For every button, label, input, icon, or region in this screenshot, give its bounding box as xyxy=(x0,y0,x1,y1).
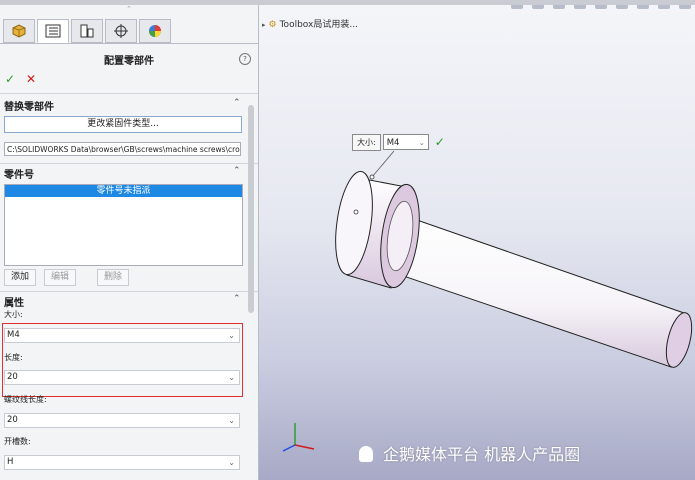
properties-section-heading: 属性 xyxy=(4,298,24,309)
cancel-button[interactable]: ✕ xyxy=(26,72,36,86)
chevron-down-icon: ⌄ xyxy=(228,458,235,467)
watermark: 企鹅媒体平台 机器人产品圈 xyxy=(359,441,580,465)
replace-section-heading: 替换零部件 xyxy=(4,102,54,113)
callout-size-value: M4 xyxy=(386,138,400,148)
chevron-down-icon: ⌄ xyxy=(228,416,235,425)
size-callout: 大小: M4 ⌄ ✓ xyxy=(352,133,445,151)
highlight-box xyxy=(2,323,243,397)
tabs-divider xyxy=(0,43,258,44)
manager-tabs xyxy=(3,19,171,43)
part-number-section-heading: 零件号 xyxy=(4,170,34,181)
add-button[interactable]: 添加 xyxy=(4,269,36,286)
divider xyxy=(0,93,258,94)
watermark-text: 企鹅媒体平台 机器人产品圈 xyxy=(383,445,581,464)
part-number-list[interactable]: 零件号未指派 xyxy=(4,184,243,266)
property-manager-icon xyxy=(45,24,61,38)
size-label: 大小: xyxy=(4,310,23,319)
edit-button[interactable]: 编辑 xyxy=(44,269,76,286)
callout-ok-icon[interactable]: ✓ xyxy=(435,135,445,149)
callout-size-select[interactable]: M4 ⌄ xyxy=(382,134,429,150)
list-item-selected[interactable]: 零件号未指派 xyxy=(5,185,242,197)
callout-size-label: 大小: xyxy=(352,133,381,151)
collapse-replace-icon[interactable]: ⌃ xyxy=(233,98,241,108)
ok-button[interactable]: ✓ xyxy=(5,72,15,86)
display-manager-tab[interactable] xyxy=(139,19,171,43)
graphics-viewport[interactable]: ▸ ⚙ Toolbox局试用装... 大小: M4 ⌄ ✓ 企鹅媒体平台 机器人… xyxy=(259,5,695,480)
slot-count-value: H xyxy=(7,457,14,467)
crosshair-icon xyxy=(114,24,128,38)
chevron-down-icon: ⌄ xyxy=(418,139,425,147)
delete-button[interactable]: 删除 xyxy=(97,269,129,286)
feature-manager-tab[interactable] xyxy=(3,19,35,43)
divider xyxy=(0,163,258,164)
collapse-properties-icon[interactable]: ⌃ xyxy=(233,294,241,304)
collapse-part-number-icon[interactable]: ⌃ xyxy=(233,166,241,176)
change-fastener-type-button[interactable]: 更改紧固件类型... xyxy=(4,116,242,133)
configuration-manager-icon xyxy=(80,24,94,38)
panel-grip[interactable]: ⌃ xyxy=(0,5,258,13)
help-icon[interactable]: ? xyxy=(239,53,251,65)
screw-model[interactable] xyxy=(259,5,695,480)
property-manager-panel: ⌃ 配置零部件 ? ✓ ✕ 替换零部件 ⌃ 更改紧固件类型... C:\SOLI… xyxy=(0,5,259,480)
thread-length-value: 20 xyxy=(7,415,18,425)
appearance-sphere-icon xyxy=(149,25,161,37)
property-manager-tab[interactable] xyxy=(37,19,69,43)
penguin-icon xyxy=(359,446,373,462)
thread-length-label: 螺纹线长度: xyxy=(4,395,47,404)
thread-length-select[interactable]: 20 ⌄ xyxy=(4,413,240,428)
divider xyxy=(0,291,258,292)
dimxpert-manager-tab[interactable] xyxy=(105,19,137,43)
feature-manager-icon xyxy=(12,24,26,38)
page-title: 配置零部件 xyxy=(104,56,154,67)
component-path-field[interactable]: C:\SOLIDWORKS Data\browser\GB\screws\mac… xyxy=(4,142,241,156)
configuration-manager-tab[interactable] xyxy=(71,19,103,43)
slot-count-label: 开槽数: xyxy=(4,437,31,446)
panel-scrollbar[interactable] xyxy=(248,105,254,313)
slot-count-select[interactable]: H ⌄ xyxy=(4,455,240,470)
